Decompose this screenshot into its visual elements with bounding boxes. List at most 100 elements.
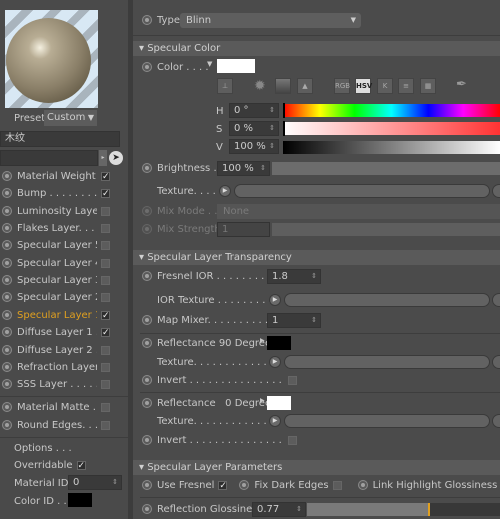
layer-radio[interactable] — [2, 275, 12, 285]
layer-item[interactable]: Diffuse Layer 2 . . — [2, 342, 110, 358]
layer-item[interactable]: Refraction Layer — [2, 359, 110, 375]
invert-radio[interactable] — [142, 435, 152, 445]
layer-radio[interactable] — [2, 327, 12, 337]
reflectance-90-texture-slot[interactable] — [284, 355, 490, 369]
preset-dropdown[interactable]: Custom ▼ — [44, 110, 97, 126]
reflection-glossiness-radio[interactable] — [142, 504, 152, 514]
layer-checkbox[interactable] — [101, 206, 110, 216]
material-name-field[interactable]: 木纹 — [0, 131, 120, 147]
layer-item[interactable]: Specular Layer 2 — [2, 289, 110, 305]
layer-item[interactable]: Material Weight ✓ — [2, 168, 110, 184]
layer-item[interactable]: Flakes Layer. . . . . — [2, 220, 110, 236]
section-specular-layer-transparency[interactable]: ▾ Specular Layer Transparency — [133, 250, 500, 265]
invert-checkbox[interactable] — [287, 375, 297, 385]
reflectance-0-radio[interactable] — [142, 398, 152, 408]
expand-icon[interactable]: ▶ — [260, 337, 265, 344]
reflectance-0-texture-slot[interactable] — [284, 414, 490, 428]
layer-checkbox[interactable]: ✓ — [101, 327, 110, 337]
layer-radio[interactable] — [2, 420, 12, 430]
link-field[interactable] — [0, 150, 98, 166]
section-specular-layer-parameters[interactable]: ▾ Specular Layer Parameters — [133, 460, 500, 475]
link-arrow-button[interactable]: ▸ — [99, 150, 107, 166]
use-fresnel-checkbox[interactable]: ✓ — [218, 480, 228, 490]
layer-radio[interactable] — [2, 292, 12, 302]
material-id-field[interactable]: 0 ⇕ — [68, 475, 122, 490]
type-animate-radio[interactable] — [142, 15, 152, 25]
layer-checkbox[interactable] — [101, 420, 110, 430]
layer-item[interactable]: Specular Layer 1 ✓ — [2, 307, 110, 323]
ior-texture-slot[interactable] — [284, 293, 490, 307]
use-fresnel-radio[interactable] — [142, 480, 152, 490]
layer-item[interactable]: SSS Layer . . . . . . . — [2, 376, 110, 392]
saturation-field[interactable]: 0 % ⇕ — [229, 121, 279, 136]
eyedropper-icon[interactable]: ✒ — [456, 77, 467, 92]
brightness-slider[interactable] — [272, 162, 500, 175]
brightness-radio[interactable] — [142, 163, 152, 173]
fix-dark-edges-checkbox[interactable] — [332, 480, 342, 490]
layer-checkbox[interactable]: ✓ — [101, 310, 110, 320]
layer-item[interactable]: Diffuse Layer 1 . . ✓ — [2, 324, 110, 340]
layer-item[interactable]: Material Matte . . — [2, 399, 110, 415]
layer-item[interactable]: Round Edges. . . . — [2, 417, 110, 433]
layer-radio[interactable] — [2, 310, 12, 320]
layer-item[interactable]: Specular Layer 3 — [2, 272, 110, 288]
layer-checkbox[interactable] — [101, 292, 110, 302]
link-highlight-radio[interactable] — [357, 480, 368, 490]
section-specular-color[interactable]: ▾ Specular Color — [133, 41, 500, 56]
layer-item[interactable]: Specular Layer 4 — [2, 255, 110, 271]
invert-radio[interactable] — [142, 375, 152, 385]
layer-checkbox[interactable] — [101, 402, 110, 412]
layer-radio[interactable] — [2, 171, 12, 181]
invert-checkbox[interactable] — [287, 435, 297, 445]
layer-item[interactable]: Luminosity Layer — [2, 203, 110, 219]
brightness-field[interactable]: 100 % ⇕ — [217, 161, 270, 176]
reflectance-0-swatch[interactable] — [267, 396, 291, 410]
image-picker-icon[interactable]: ▲ — [297, 78, 313, 94]
ior-texture-edit-button[interactable] — [492, 293, 500, 307]
layer-checkbox[interactable] — [101, 275, 110, 285]
layer-checkbox[interactable] — [101, 345, 110, 355]
texture-edit-button[interactable] — [492, 414, 500, 428]
layer-radio[interactable] — [2, 258, 12, 268]
ior-texture-menu-button[interactable]: ▶ — [269, 294, 281, 306]
reflectance-0-texture-menu-button[interactable]: ▶ — [269, 415, 281, 427]
reflectance-90-radio[interactable] — [142, 338, 152, 348]
color-swatch[interactable] — [217, 59, 255, 73]
fresnel-ior-radio[interactable] — [142, 271, 152, 281]
layer-radio[interactable] — [2, 223, 12, 233]
reflectance-90-texture-menu-button[interactable]: ▶ — [269, 356, 281, 368]
layer-checkbox[interactable] — [101, 379, 110, 389]
mixer-icon[interactable]: ≡ — [398, 78, 414, 94]
layer-checkbox[interactable]: ✓ — [101, 171, 110, 181]
layer-radio[interactable] — [2, 240, 12, 250]
value-field[interactable]: 100 % ⇕ — [229, 139, 279, 154]
layer-radio[interactable] — [2, 345, 12, 355]
layer-item[interactable]: Specular Layer 5 — [2, 237, 110, 253]
color-radio[interactable] — [142, 62, 152, 72]
fix-dark-edges-radio[interactable] — [239, 480, 250, 490]
layer-checkbox[interactable] — [101, 240, 110, 250]
map-mixer-radio[interactable] — [142, 315, 152, 325]
hsv-mode-button[interactable]: HSV — [355, 78, 372, 94]
rgb-mode-button[interactable]: RGB — [334, 78, 350, 94]
pick-cursor-icon[interactable]: ➤ — [109, 151, 123, 165]
texture-edit-button[interactable] — [492, 184, 500, 198]
saturation-slider[interactable] — [283, 121, 500, 136]
layer-checkbox[interactable] — [101, 223, 110, 233]
layer-checkbox[interactable] — [101, 362, 110, 372]
color-picker-toggle-icon[interactable]: ⊥ — [217, 78, 233, 94]
reflection-glossiness-field[interactable]: 0.77 ⇕ — [252, 502, 306, 517]
layer-radio[interactable] — [2, 379, 12, 389]
kelvin-mode-button[interactable]: K — [377, 78, 393, 94]
hue-slider[interactable] — [283, 103, 500, 118]
spectrum-icon[interactable] — [275, 78, 291, 94]
color-id-swatch[interactable] — [68, 493, 92, 507]
color-wheel-icon[interactable]: ✹ — [254, 78, 266, 94]
layer-radio[interactable] — [2, 206, 12, 216]
swatches-icon[interactable]: ▦ — [420, 78, 436, 94]
layer-item[interactable]: Bump . . . . . . . . . ✓ — [2, 185, 110, 201]
texture-slot[interactable] — [234, 184, 490, 198]
overridable-checkbox[interactable]: ✓ — [76, 460, 86, 470]
expand-icon[interactable]: ▶ — [260, 397, 265, 404]
texture-edit-button[interactable] — [492, 355, 500, 369]
